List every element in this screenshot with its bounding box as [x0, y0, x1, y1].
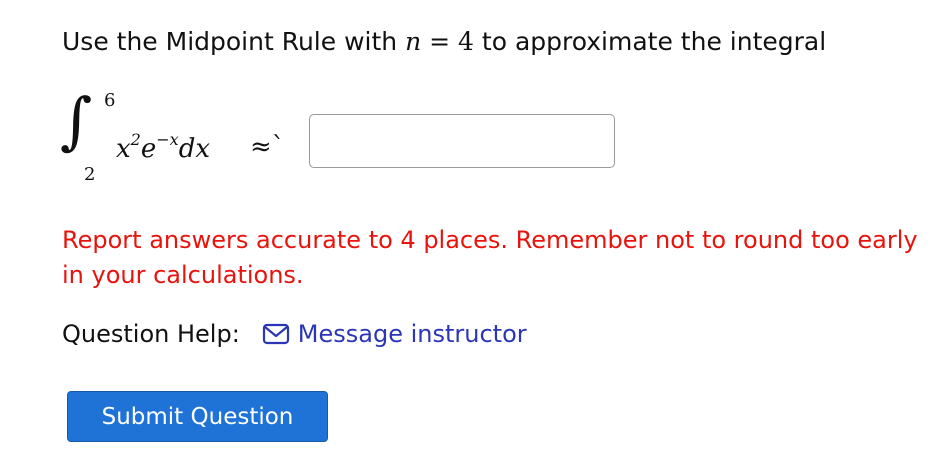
integrand-differential: dx [178, 134, 210, 164]
intro-prefix: Use the Midpoint Rule with [62, 27, 398, 56]
integrand-e: e [140, 134, 157, 164]
intro-equals: = [429, 27, 451, 56]
message-instructor-link[interactable]: Message instructor [298, 320, 527, 348]
integrand-base-var: x [116, 134, 131, 164]
integrand-base-exp: 2 [130, 130, 141, 149]
lower-limit: 2 [84, 164, 96, 185]
intro-suffix: to approximate the integral [481, 27, 827, 56]
mail-icon [262, 323, 290, 345]
accuracy-warning: Report answers accurate to 4 places. Rem… [62, 226, 918, 289]
upper-limit: 6 [104, 90, 116, 111]
question-help-label: Question Help: [62, 320, 240, 348]
approx-symbol: ≈` [250, 132, 285, 162]
intro-var: n [405, 27, 422, 56]
intro-n-value: 4 [458, 27, 474, 56]
integral-sign: ∫ [60, 84, 93, 157]
answer-input[interactable] [309, 114, 615, 168]
integrand: x2e−xdx [116, 130, 210, 164]
question-help: Question Help: Message instructor [62, 320, 527, 348]
integrand-exp-exp: −x [156, 130, 179, 149]
question-intro: Use the Midpoint Rule with n = 4 to appr… [62, 27, 826, 56]
submit-question-button[interactable]: Submit Question [67, 391, 328, 442]
